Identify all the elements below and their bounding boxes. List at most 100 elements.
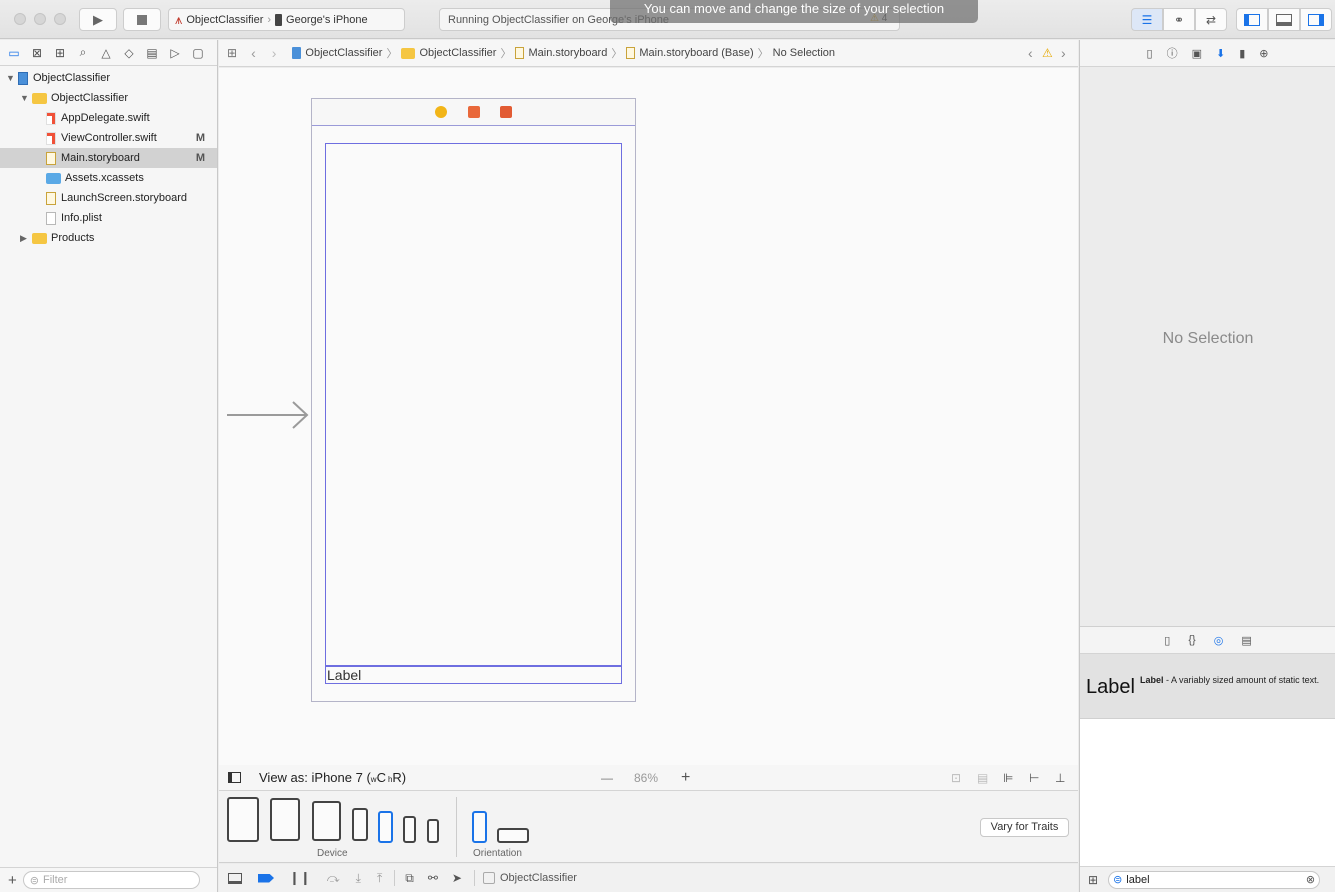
storyboard-canvas[interactable]: Label <box>219 68 1078 765</box>
report-icon[interactable]: ▢ <box>190 46 206 60</box>
hide-debug-area-icon[interactable] <box>228 872 242 884</box>
view-debugger-icon[interactable]: ⧉ <box>405 871 414 886</box>
source-control-icon[interactable]: ⊠ <box>29 46 45 60</box>
iphone-plus-icon[interactable] <box>352 808 368 841</box>
tree-item[interactable]: LaunchScreen.storyboard <box>0 188 217 208</box>
file-inspector-icon[interactable]: ▯ <box>1147 47 1153 60</box>
warning-icon[interactable]: ⚠ <box>1042 46 1053 60</box>
minimize-window-button[interactable] <box>34 13 46 25</box>
pause-icon[interactable]: ❙❙ <box>289 870 311 886</box>
toggle-utilities-button[interactable] <box>1300 8 1332 31</box>
library-item-label[interactable]: Label Label - A variably sized amount of… <box>1080 654 1335 719</box>
scheme-selector[interactable]: ⩚ ObjectClassifier › George's iPhone <box>168 8 405 31</box>
filter-field[interactable]: ⊜ Filter <box>22 871 200 889</box>
jump-crumb-file[interactable]: Main.storyboard <box>515 47 607 59</box>
tree-item[interactable]: Main.storyboard M <box>0 148 217 168</box>
ipad-pro-10-icon[interactable] <box>270 798 300 841</box>
issue-icon[interactable]: △ <box>98 46 114 60</box>
zoom-window-button[interactable] <box>54 13 66 25</box>
ipad-pro-12-icon[interactable] <box>227 797 259 842</box>
toggle-navigator-button[interactable] <box>1236 8 1268 31</box>
landscape-orientation-icon[interactable] <box>497 828 529 843</box>
search-icon[interactable]: ⌕ <box>75 45 91 60</box>
related-items-icon[interactable]: ⊞ <box>227 46 237 60</box>
close-window-button[interactable] <box>14 13 26 25</box>
view-controller-scene[interactable]: Label <box>311 98 636 702</box>
quick-help-icon[interactable]: ⓘ <box>1167 45 1178 61</box>
tree-item[interactable]: Info.plist <box>0 208 217 228</box>
chevron-right-icon: 〉 <box>757 48 769 60</box>
vary-for-traits-button[interactable]: Vary for Traits <box>980 818 1069 837</box>
tree-item[interactable]: ▼ ObjectClassifier <box>0 88 217 108</box>
step-over-icon[interactable]: ⤼ <box>327 871 340 886</box>
test-icon[interactable]: ◇ <box>121 46 137 60</box>
portrait-orientation-icon[interactable] <box>472 811 487 843</box>
align-icon[interactable]: ⊫ <box>1003 771 1013 785</box>
size-inspector-icon[interactable]: ▮ <box>1239 47 1245 60</box>
folder-icon[interactable]: ▭ <box>6 46 22 60</box>
symbol-icon[interactable]: ⊞ <box>52 46 68 60</box>
grid-view-icon[interactable]: ⊞ <box>1088 873 1098 887</box>
forward-icon[interactable]: › <box>272 45 277 61</box>
view-controller-icon[interactable] <box>435 106 447 118</box>
iphone-4s-icon[interactable] <box>427 819 439 843</box>
memory-graph-icon[interactable]: ⚯ <box>428 871 438 885</box>
debug-icon[interactable]: ▤ <box>144 46 160 60</box>
tree-item[interactable]: ViewController.swift M <box>0 128 217 148</box>
back-icon[interactable]: ‹ <box>251 45 256 61</box>
zoom-out-button[interactable]: — <box>601 771 613 785</box>
iphone-se-icon[interactable] <box>403 816 416 843</box>
breakpoints-toggle-icon[interactable] <box>258 873 274 883</box>
tree-item[interactable]: Assets.xcassets <box>0 168 217 188</box>
stop-button[interactable] <box>123 8 161 31</box>
jump-crumb-folder[interactable]: ObjectClassifier <box>401 47 496 59</box>
add-icon[interactable]: + <box>8 872 17 889</box>
version-editor-button[interactable]: ⇄ <box>1195 8 1227 31</box>
disclosure-triangle-icon[interactable]: ▼ <box>6 73 16 83</box>
step-into-icon[interactable]: ⤓ <box>356 871 361 886</box>
assistant-editor-button[interactable]: ⚭ <box>1163 8 1195 31</box>
first-responder-icon[interactable] <box>468 106 480 118</box>
file-template-icon[interactable]: ▯ <box>1164 634 1170 647</box>
tree-item[interactable]: AppDelegate.swift <box>0 108 217 128</box>
breakpoint-icon[interactable]: ▷ <box>167 46 183 60</box>
tree-item[interactable]: ▼ ObjectClassifier <box>0 68 217 88</box>
disclosure-triangle-icon[interactable]: ▶ <box>20 233 30 244</box>
disclosure-triangle-icon[interactable]: ▼ <box>20 93 30 103</box>
attributes-inspector-icon[interactable]: ⬇ <box>1216 47 1225 60</box>
label-outline[interactable]: Label <box>325 666 622 684</box>
simulate-location-icon[interactable]: ➤ <box>452 871 462 885</box>
identity-inspector-icon[interactable]: ▣ <box>1192 47 1202 60</box>
tree-item[interactable]: ▶ Products <box>0 228 217 248</box>
ipad-icon[interactable] <box>312 801 341 841</box>
exit-icon[interactable] <box>500 106 512 118</box>
jump-crumb-localization[interactable]: Main.storyboard (Base) <box>626 47 754 59</box>
code-snippet-icon[interactable]: {} <box>1188 634 1195 646</box>
pin-icon[interactable]: ⊢ <box>1029 771 1039 785</box>
jump-crumb-selection[interactable]: No Selection <box>773 47 835 59</box>
embed-in-stack-icon[interactable]: ▤ <box>977 771 988 785</box>
document-outline-toggle-icon[interactable] <box>228 772 241 783</box>
plist-file-icon <box>46 211 56 225</box>
image-view-outline[interactable] <box>325 143 622 666</box>
connections-inspector-icon[interactable]: ⊕ <box>1259 47 1268 60</box>
jump-crumb-project[interactable]: ObjectClassifier <box>292 47 382 59</box>
iphone-7-icon[interactable] <box>378 811 393 843</box>
resolve-issues-icon[interactable]: ⊥ <box>1055 771 1065 785</box>
step-out-icon[interactable]: ⤒ <box>377 871 382 886</box>
next-issue-icon[interactable]: › <box>1061 45 1066 61</box>
width-class: C <box>376 770 386 785</box>
view-as-button[interactable]: View as: iPhone 7 ( w C h R) <box>259 770 406 785</box>
run-button[interactable]: ▶ <box>79 8 117 31</box>
clear-search-icon[interactable]: ⊗ <box>1306 873 1315 886</box>
previous-issue-icon[interactable]: ‹ <box>1028 45 1033 61</box>
media-library-icon[interactable]: ▤ <box>1241 634 1251 647</box>
toggle-debug-area-button[interactable] <box>1268 8 1300 31</box>
zoom-level[interactable]: 86% <box>634 771 658 785</box>
library-search-field[interactable]: ⊜ label ⊗ <box>1108 870 1321 889</box>
standard-editor-button[interactable]: ☰ <box>1131 8 1163 31</box>
zoom-in-button[interactable]: + <box>681 769 690 787</box>
target-selector[interactable]: ObjectClassifier <box>482 872 577 884</box>
update-frames-icon[interactable]: ⊡ <box>951 771 961 785</box>
object-library-icon[interactable]: ◎ <box>1214 634 1224 647</box>
